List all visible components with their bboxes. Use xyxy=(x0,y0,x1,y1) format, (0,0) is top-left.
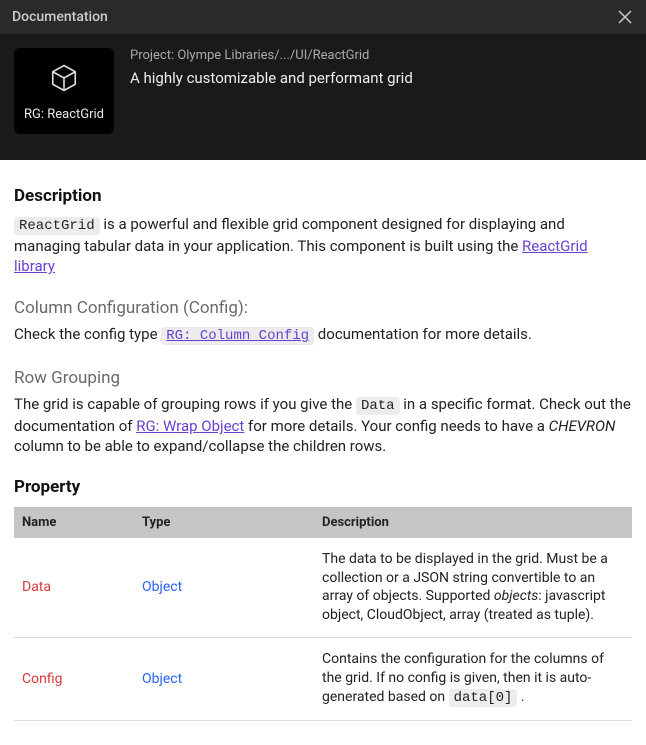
config-text-pre: Check the config type xyxy=(14,325,161,343)
config-text-post: documentation for more details. xyxy=(314,325,532,343)
th-name: Name xyxy=(14,507,134,538)
component-meta: Project: Olympe Libraries/.../UI/ReactGr… xyxy=(130,48,413,87)
th-type: Type xyxy=(134,507,314,538)
prop-name: Data xyxy=(14,538,134,638)
column-config-paragraph: Check the config type RG: Column Config … xyxy=(14,324,632,346)
table-header-row: Name Type Description xyxy=(14,507,632,538)
type-link[interactable]: Object xyxy=(142,579,182,595)
component-card: RG: ReactGrid Project: Olympe Libraries/… xyxy=(0,34,646,160)
column-config-heading: Column Configuration (Config): xyxy=(14,298,632,318)
group-t1: The grid is capable of grouping rows if … xyxy=(14,395,356,413)
component-summary: A highly customizable and performant gri… xyxy=(130,69,413,87)
column-config-link[interactable]: RG: Column Config xyxy=(161,327,314,345)
prop-type: Object xyxy=(134,538,314,638)
chip-label: RG: ReactGrid xyxy=(24,107,104,122)
doc-content: Description ReactGrid is a powerful and … xyxy=(0,160,646,745)
prop-name: Config xyxy=(14,638,134,721)
th-description: Description xyxy=(314,507,632,538)
component-chip: RG: ReactGrid xyxy=(14,48,114,134)
group-t4: column to be able to expand/collapse the… xyxy=(14,437,386,455)
project-breadcrumb: Project: Olympe Libraries/.../UI/ReactGr… xyxy=(130,48,413,63)
description-heading: Description xyxy=(14,186,632,206)
row-grouping-heading: Row Grouping xyxy=(14,368,632,388)
prop-type: Object xyxy=(134,638,314,721)
prop-description: Contains the configuration for the colum… xyxy=(314,638,632,721)
table-row: Config Object Contains the configuration f… xyxy=(14,638,632,721)
panel-title: Documentation xyxy=(12,9,108,25)
code-reactgrid: ReactGrid xyxy=(14,217,100,235)
close-icon[interactable] xyxy=(616,8,634,26)
group-chevron-italic: CHEVRON xyxy=(549,417,616,435)
type-link[interactable]: Object xyxy=(142,671,182,687)
property-heading: Property xyxy=(14,477,632,497)
wrap-object-link[interactable]: RG: Wrap Object xyxy=(136,417,244,435)
panel-header: Documentation xyxy=(0,0,646,34)
cube-icon xyxy=(49,63,79,97)
prop-description: The data to be displayed in the grid. Mu… xyxy=(314,538,632,638)
description-paragraph: ReactGrid is a powerful and flexible gri… xyxy=(14,214,632,276)
property-table: Name Type Description Data Object The data… xyxy=(14,507,632,721)
table-row: Data Object The data to be displayed in th… xyxy=(14,538,632,638)
group-code-data: Data xyxy=(356,397,400,415)
group-t3: for more details. Your config needs to h… xyxy=(244,417,548,435)
row-grouping-paragraph: The grid is capable of grouping rows if … xyxy=(14,394,632,456)
